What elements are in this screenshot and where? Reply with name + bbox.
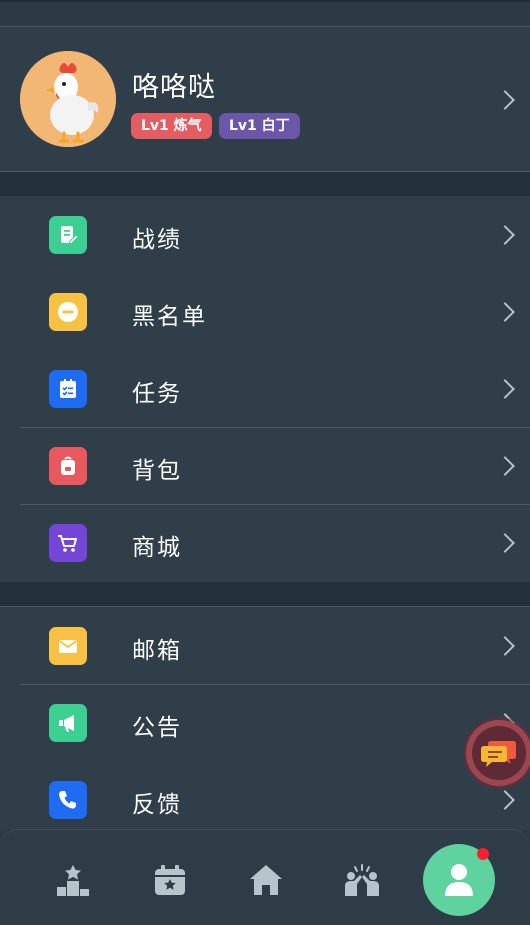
profile-card[interactable]: 咯咯哒 Lv1 炼气 Lv1 白丁 (0, 27, 530, 172)
chevron-right-icon (495, 533, 515, 553)
chevron-right-icon (495, 636, 515, 656)
task-icon (49, 370, 87, 408)
avatar[interactable] (20, 51, 116, 147)
home-icon (250, 865, 282, 895)
chevron-right-icon (495, 90, 515, 110)
menu-item-task[interactable]: 任务 (0, 350, 530, 427)
ranking-icon (57, 865, 89, 896)
record-icon (49, 216, 87, 254)
menu-item-feedback[interactable]: 反馈 (0, 761, 530, 838)
chat-bubble-icon (472, 726, 526, 780)
section-gap (0, 172, 530, 196)
menu-item-label: 战绩 (132, 227, 182, 253)
profile-icon (445, 864, 473, 896)
chicken-avatar-icon (20, 51, 116, 147)
phone-icon (49, 781, 87, 819)
level-badge-realm: Lv1 炼气 (131, 113, 212, 139)
tab-home[interactable] (246, 860, 286, 900)
chevron-right-icon (495, 302, 515, 322)
chevron-right-icon (495, 790, 515, 810)
menu-item-label: 黑名单 (132, 304, 207, 330)
menu-item-label: 反馈 (132, 792, 182, 818)
community-icon (345, 864, 379, 896)
menu-item-blacklist[interactable]: 黑名单 (0, 273, 530, 350)
username: 咯咯哒 (132, 72, 216, 103)
menu-group-misc: 邮箱 公告 反馈 (0, 606, 530, 830)
menu-item-shop[interactable]: 商城 (0, 504, 530, 581)
menu-item-label: 商城 (132, 535, 182, 561)
floating-chat-button[interactable] (466, 720, 530, 786)
chevron-right-icon (495, 456, 515, 476)
menu-item-record[interactable]: 战绩 (0, 196, 530, 273)
cart-icon (49, 524, 87, 562)
chevron-right-icon (495, 225, 515, 245)
blacklist-icon (49, 293, 87, 331)
tab-ranking[interactable] (53, 860, 93, 900)
bottom-tab-bar (0, 830, 530, 925)
tab-calendar[interactable] (150, 860, 190, 900)
menu-item-label: 邮箱 (132, 638, 182, 664)
menu-item-mail[interactable]: 邮箱 (0, 607, 530, 684)
level-badge-rank: Lv1 白丁 (219, 113, 300, 139)
mail-icon (49, 627, 87, 665)
menu-group-main: 战绩 黑名单 任务 背包 商城 (0, 196, 530, 582)
tab-community[interactable] (342, 860, 382, 900)
menu-item-announcement[interactable]: 公告 (0, 684, 530, 761)
menu-item-label: 任务 (132, 381, 182, 407)
calendar-icon (155, 865, 185, 895)
chevron-right-icon (495, 379, 515, 399)
section-gap (0, 582, 530, 606)
menu-item-backpack[interactable]: 背包 (0, 427, 530, 504)
notification-dot (477, 848, 489, 860)
backpack-icon (49, 447, 87, 485)
menu-item-label: 背包 (132, 458, 182, 484)
menu-item-label: 公告 (132, 715, 182, 741)
megaphone-icon (49, 704, 87, 742)
top-bar (0, 0, 530, 27)
